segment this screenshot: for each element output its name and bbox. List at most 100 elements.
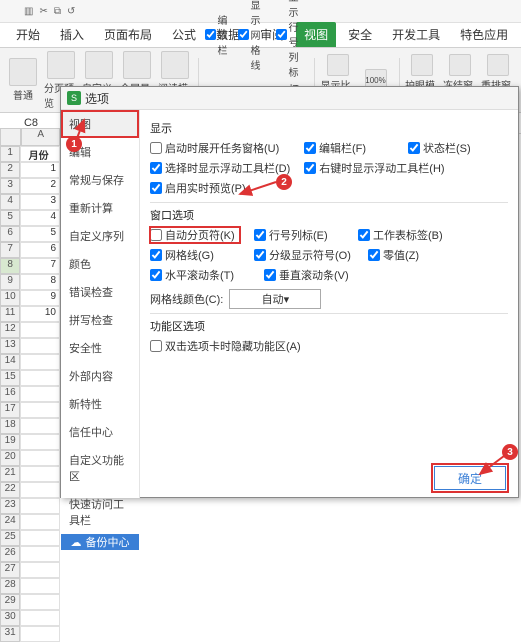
row-header[interactable]: 24: [0, 514, 20, 530]
cell[interactable]: [20, 610, 60, 626]
select-all[interactable]: [0, 128, 21, 146]
row-header[interactable]: 17: [0, 402, 20, 418]
view-normal[interactable]: 普通: [6, 58, 40, 102]
row-header[interactable]: 6: [0, 226, 20, 242]
side-external[interactable]: 外部内容: [61, 362, 139, 390]
cell[interactable]: [20, 530, 60, 546]
cell[interactable]: 1: [20, 162, 60, 178]
opt-hscroll[interactable]: 水平滚动条(T): [150, 267, 250, 283]
tab-layout[interactable]: 页面布局: [96, 22, 160, 47]
row-header[interactable]: 11: [0, 306, 20, 322]
ok-button[interactable]: 确定: [434, 466, 506, 490]
chk-headings[interactable]: 显示行号列标: [276, 0, 308, 79]
row-header[interactable]: 3: [0, 178, 20, 194]
row-header[interactable]: 12: [0, 322, 20, 338]
cell[interactable]: [20, 578, 60, 594]
cell[interactable]: 5: [20, 226, 60, 242]
row-header[interactable]: 5: [0, 210, 20, 226]
qa-item[interactable]: ⧉: [54, 6, 61, 17]
cell[interactable]: [20, 402, 60, 418]
cell[interactable]: 7: [20, 258, 60, 274]
backup-center-button[interactable]: ☁ 备份中心: [61, 534, 139, 550]
cell[interactable]: 月份: [20, 146, 60, 162]
opt-auto-pagebreak[interactable]: 自动分页符(K): [150, 227, 240, 243]
cell[interactable]: [20, 434, 60, 450]
tab-special[interactable]: 特色应用: [452, 22, 516, 47]
side-series[interactable]: 自定义序列: [61, 222, 139, 250]
cell[interactable]: [20, 338, 60, 354]
cell[interactable]: [20, 322, 60, 338]
opt-taskpane-startup[interactable]: 启动时展开任务窗格(U): [150, 140, 290, 156]
side-trust[interactable]: 信任中心: [61, 418, 139, 446]
opt-dblclick-hide[interactable]: 双击选项卡时隐藏功能区(A): [150, 338, 301, 354]
opt-sheettabs[interactable]: 工作表标签(B): [358, 227, 448, 243]
opt-livepreview[interactable]: 启用实时预览(P): [150, 180, 290, 196]
opt-vscroll[interactable]: 垂直滚动条(V): [264, 267, 364, 283]
row-header[interactable]: 22: [0, 482, 20, 498]
cell[interactable]: 8: [20, 274, 60, 290]
row-header[interactable]: 19: [0, 434, 20, 450]
side-spell[interactable]: 拼写检查: [61, 306, 139, 334]
row-header[interactable]: 20: [0, 450, 20, 466]
opt-zero[interactable]: 零值(Z): [368, 247, 438, 263]
side-recalc[interactable]: 重新计算: [61, 194, 139, 222]
side-security[interactable]: 安全性: [61, 334, 139, 362]
row-header[interactable]: 29: [0, 594, 20, 610]
side-customribbon[interactable]: 自定义功能区: [61, 446, 139, 490]
opt-outline[interactable]: 分级显示符号(O): [254, 247, 354, 263]
gridcolor-select[interactable]: 自动 ▾: [229, 289, 321, 309]
qa-item[interactable]: ▥: [24, 6, 33, 17]
row-header[interactable]: 4: [0, 194, 20, 210]
cell[interactable]: [20, 386, 60, 402]
cell[interactable]: [20, 498, 60, 514]
cell[interactable]: [20, 514, 60, 530]
cell[interactable]: 9: [20, 290, 60, 306]
cell[interactable]: [20, 418, 60, 434]
row-header[interactable]: 8: [0, 258, 20, 274]
row-header[interactable]: 14: [0, 354, 20, 370]
row-header[interactable]: 21: [0, 466, 20, 482]
row-header[interactable]: 27: [0, 562, 20, 578]
worksheet[interactable]: A 1月份21324354657687981091110121314151617…: [0, 128, 60, 500]
tab-insert[interactable]: 插入: [52, 22, 92, 47]
row-header[interactable]: 10: [0, 290, 20, 306]
qa-item[interactable]: ↺: [67, 6, 75, 17]
opt-float-right[interactable]: 右键时显示浮动工具栏(H): [304, 160, 444, 176]
tab-home[interactable]: 开始: [8, 22, 48, 47]
side-new[interactable]: 新特性: [61, 390, 139, 418]
row-header[interactable]: 18: [0, 418, 20, 434]
cell[interactable]: [20, 546, 60, 562]
row-header[interactable]: 9: [0, 274, 20, 290]
tab-dev[interactable]: 开发工具: [384, 22, 448, 47]
row-header[interactable]: 30: [0, 610, 20, 626]
cell[interactable]: [20, 626, 60, 642]
cell[interactable]: [20, 450, 60, 466]
tab-security[interactable]: 安全: [340, 22, 380, 47]
cell[interactable]: [20, 594, 60, 610]
row-header[interactable]: 13: [0, 338, 20, 354]
cell[interactable]: [20, 370, 60, 386]
cell[interactable]: 6: [20, 242, 60, 258]
cell[interactable]: [20, 562, 60, 578]
row-header[interactable]: 1: [0, 146, 20, 162]
side-qat[interactable]: 快速访问工具栏: [61, 490, 139, 534]
opt-headings[interactable]: 行号列标(E): [254, 227, 344, 243]
cell[interactable]: [20, 482, 60, 498]
chk-gridlines[interactable]: 显示网格线: [238, 0, 266, 79]
opt-statusbar[interactable]: 状态栏(S): [408, 140, 488, 156]
row-header[interactable]: 15: [0, 370, 20, 386]
cell[interactable]: [20, 354, 60, 370]
tab-formula[interactable]: 公式: [164, 22, 204, 47]
cell[interactable]: 2: [20, 178, 60, 194]
opt-editbar[interactable]: 编辑栏(F): [304, 140, 394, 156]
col-header-a[interactable]: A: [21, 128, 60, 146]
row-header[interactable]: 31: [0, 626, 20, 642]
side-general[interactable]: 常规与保存: [61, 166, 139, 194]
row-header[interactable]: 28: [0, 578, 20, 594]
cell[interactable]: 10: [20, 306, 60, 322]
row-header[interactable]: 16: [0, 386, 20, 402]
row-header[interactable]: 7: [0, 242, 20, 258]
cell[interactable]: [20, 466, 60, 482]
cell[interactable]: 4: [20, 210, 60, 226]
row-header[interactable]: 23: [0, 498, 20, 514]
